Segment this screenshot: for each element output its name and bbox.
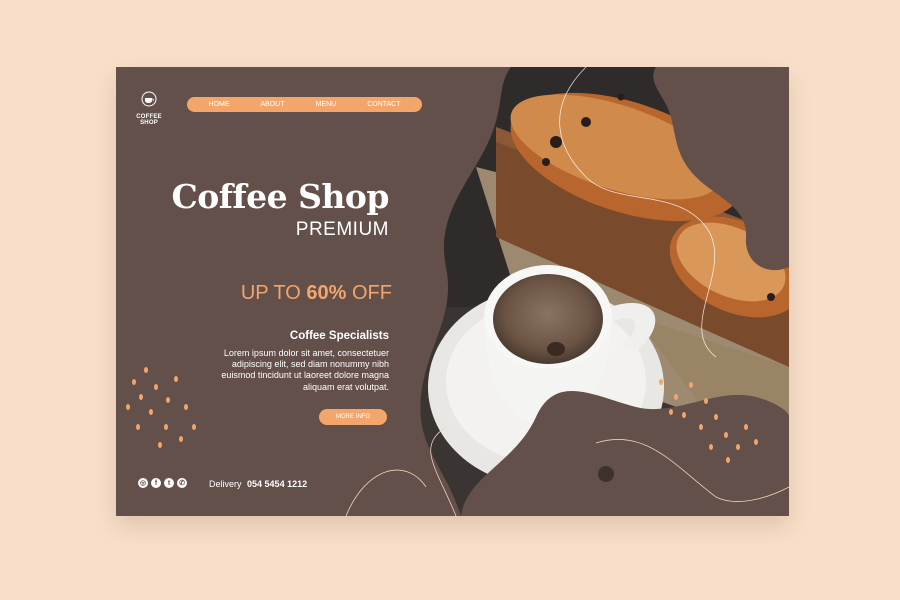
specialists-title: Coffee Specialists xyxy=(289,330,389,342)
facebook-icon[interactable]: f xyxy=(151,478,161,488)
delivery-info: Delivery 054 5454 1212 xyxy=(209,479,307,489)
hero-photo xyxy=(126,67,789,516)
nav-contact[interactable]: CONTACT xyxy=(367,101,400,108)
delivery-label: Delivery xyxy=(209,479,242,489)
nav-home[interactable]: HOME xyxy=(208,101,229,108)
discount-suffix: OFF xyxy=(352,282,392,304)
delivery-number[interactable]: 054 5454 1212 xyxy=(247,479,307,489)
nav-menu[interactable]: MENU xyxy=(316,101,337,108)
page-subtitle: PREMIUM xyxy=(295,219,389,240)
dot-pattern-left xyxy=(126,367,196,448)
nav-about[interactable]: ABOUT xyxy=(260,101,284,108)
twitter-icon[interactable]: t xyxy=(164,478,174,488)
coffee-cup-icon xyxy=(141,91,157,107)
shop-logo[interactable]: COFFEE SHOP xyxy=(130,91,168,126)
discount-banner: UP TO 60% OFF xyxy=(241,282,392,305)
main-nav: HOME ABOUT MENU CONTACT xyxy=(187,97,422,112)
page-title: Coffee Shop xyxy=(171,177,389,216)
specialists-text: Lorem ipsum dolor sit amet, consectetuer… xyxy=(221,348,389,392)
discount-prefix: UP TO xyxy=(240,282,301,304)
discount-value: 60% xyxy=(306,282,347,304)
landing-card: COFFEE SHOP HOME ABOUT MENU CONTACT Coff… xyxy=(116,67,789,516)
more-info-button[interactable]: MORE INFO xyxy=(319,409,387,425)
whatsapp-icon[interactable]: ✆ xyxy=(177,478,187,488)
instagram-icon[interactable]: ◎ xyxy=(138,478,148,488)
logo-line-2: SHOP xyxy=(140,120,158,126)
social-links: ◎ f t ✆ xyxy=(138,478,187,488)
